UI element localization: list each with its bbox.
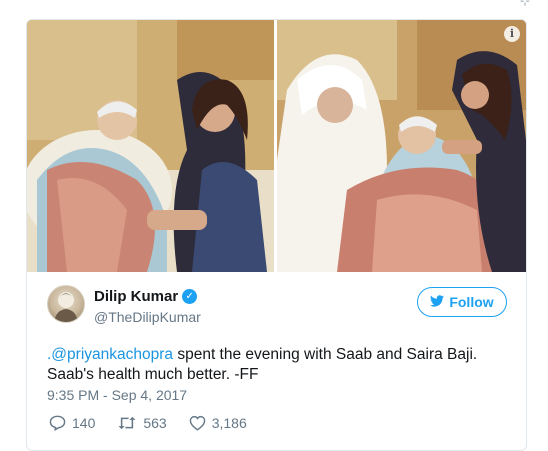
avatar-portrait	[54, 292, 78, 322]
tweet-media: i	[27, 20, 526, 272]
follow-button[interactable]: Follow	[417, 287, 507, 317]
author-handle[interactable]: @TheDilipKumar	[94, 309, 201, 325]
like-action[interactable]: 3,186	[189, 415, 247, 431]
reply-count: 140	[72, 415, 96, 431]
avatar[interactable]	[47, 285, 85, 323]
heart-icon	[189, 415, 206, 431]
retweet-icon	[118, 416, 136, 430]
tweet-header: Dilip Kumar ✓ @TheDilipKumar Follow	[47, 285, 507, 329]
retweet-action[interactable]: 563	[117, 415, 167, 431]
author-name-row[interactable]: Dilip Kumar ✓	[94, 288, 198, 305]
reply-action[interactable]: 140	[49, 415, 95, 431]
photo-left-drawing	[27, 20, 274, 272]
tweet-card: i Dilip Kumar ✓ @TheDilipKumar Follow .@…	[26, 19, 527, 451]
tweet-photo-left[interactable]	[27, 20, 274, 272]
mention-link[interactable]: .@priyankachopra	[47, 346, 173, 363]
verified-badge-icon: ✓	[182, 289, 198, 304]
reply-icon	[49, 415, 66, 431]
author-display-name[interactable]: Dilip Kumar	[94, 288, 178, 305]
twitter-bird-shape	[430, 294, 445, 307]
info-icon[interactable]: i	[504, 26, 520, 42]
tweet-text: .@priyankachopra spent the evening with …	[47, 345, 509, 385]
retweet-count: 563	[143, 415, 167, 431]
follow-label: Follow	[449, 294, 494, 310]
photo-right-drawing	[277, 20, 526, 272]
like-count: 3,186	[211, 415, 247, 431]
tweet-photo-right[interactable]: i	[277, 20, 526, 272]
top-right-partial-icon: ⊹	[519, 0, 530, 8]
tweet-actions: 140 563 3,186	[49, 415, 269, 431]
page-top-edge	[0, 0, 548, 14]
tweet-timestamp[interactable]: 9:35 PM - Sep 4, 2017	[47, 387, 187, 403]
twitter-bird-icon	[430, 294, 445, 310]
